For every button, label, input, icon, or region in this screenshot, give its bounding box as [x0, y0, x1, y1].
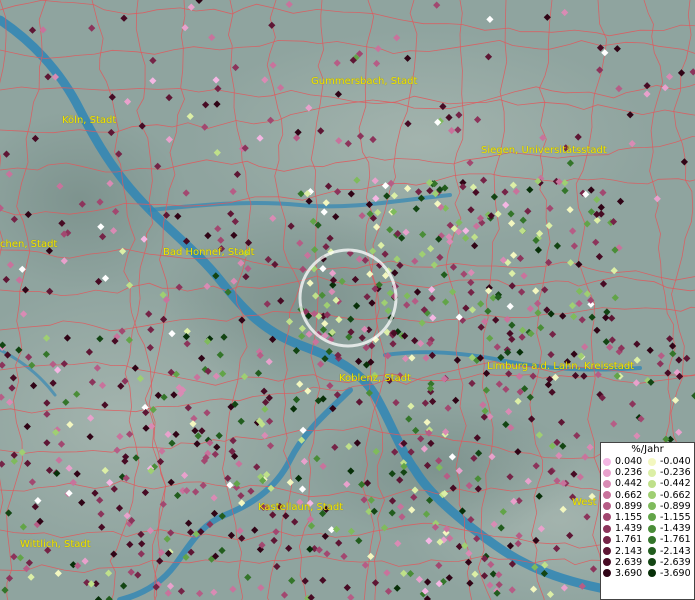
legend-row: 3.690 -3.690: [601, 568, 694, 579]
legend-entry: -2.639: [648, 557, 694, 568]
legend-entry: -0.040: [648, 456, 694, 467]
legend-swatch: [603, 569, 611, 578]
legend-entry: 2.639: [603, 557, 647, 568]
legend-entry: -0.899: [648, 501, 694, 512]
legend-value: 0.040: [615, 456, 643, 467]
city-label-koblenz: Koblenz, Stadt: [339, 373, 412, 384]
legend-entry: -0.442: [648, 478, 694, 489]
legend-value: -1.439: [660, 523, 691, 535]
legend: %/Jahr 0.040 -0.040 0.236 -0.236 0.442 -0.442…: [600, 442, 695, 600]
legend-swatch: [648, 558, 656, 567]
legend-row: 0.236 -0.236: [601, 467, 694, 478]
legend-value: 2.143: [615, 545, 643, 557]
legend-swatch: [648, 479, 656, 488]
legend-swatch: [603, 558, 611, 567]
city-label-bad-honnef: Bad Honnef, Stadt: [163, 247, 255, 258]
legend-value: 3.690: [615, 567, 643, 579]
legend-value: 0.899: [615, 500, 643, 512]
legend-entry: -0.236: [648, 467, 694, 478]
legend-entry: 3.690: [603, 568, 647, 579]
legend-swatch: [648, 457, 656, 466]
legend-value: -0.040: [660, 456, 691, 467]
legend-entry: 1.155: [603, 512, 647, 523]
legend-entry: -2.143: [648, 546, 694, 557]
legend-swatch: [603, 535, 611, 544]
city-label-west: West: [572, 497, 597, 508]
legend-row: 1.439 -1.439: [601, 523, 694, 534]
legend-entry: -1.761: [648, 534, 694, 545]
legend-entry: -0.662: [648, 490, 694, 501]
legend-row: 2.639 -2.639: [601, 557, 694, 568]
legend-entry: -3.690: [648, 568, 694, 579]
map-view[interactable]: Köln, Stadt Gummersbach, Stadt Siegen, U…: [0, 0, 695, 600]
legend-value: -0.662: [660, 489, 691, 501]
city-label-limburg: Limburg a.d. Lahn, Kreisstadt: [487, 361, 635, 372]
legend-value: 2.639: [615, 556, 643, 568]
legend-row: 0.899 -0.899: [601, 501, 694, 512]
legend-value: -0.442: [660, 478, 691, 490]
legend-value: 0.236: [615, 467, 643, 479]
legend-row: 1.155 -1.155: [601, 512, 694, 523]
city-label-siegen: Siegen, Universitätsstadt: [481, 145, 607, 156]
legend-entry: -1.155: [648, 512, 694, 523]
legend-title: %/Jahr: [631, 444, 664, 455]
legend-swatch: [648, 468, 656, 477]
legend-entry: 1.761: [603, 534, 647, 545]
legend-value: -2.639: [660, 556, 691, 568]
legend-entry: 0.040: [603, 456, 647, 467]
legend-value: -1.155: [660, 511, 691, 523]
legend-swatch: [603, 479, 611, 488]
legend-entry: 0.662: [603, 490, 647, 501]
legend-row: 1.761 -1.761: [601, 534, 694, 545]
legend-swatch: [603, 468, 611, 477]
legend-swatch: [648, 502, 656, 511]
city-label-kastellaun: Kastellaun, Stadt: [258, 502, 344, 513]
legend-row: 0.442 -0.442: [601, 478, 694, 489]
legend-entry: 2.143: [603, 546, 647, 557]
legend-swatch: [648, 547, 656, 555]
legend-value: 0.662: [615, 489, 643, 501]
city-label-gummersbach: Gummersbach, Stadt: [311, 76, 418, 87]
legend-swatch: [603, 547, 611, 555]
legend-value: -1.761: [660, 534, 691, 546]
legend-value: 1.761: [615, 534, 643, 546]
legend-value: -0.899: [660, 500, 691, 512]
legend-row: 0.040 -0.040: [601, 456, 694, 467]
legend-swatch: [603, 457, 611, 466]
legend-entry: -1.439: [648, 523, 694, 534]
legend-entry: 1.439: [603, 523, 647, 534]
legend-row: 0.662 -0.662: [601, 490, 694, 501]
legend-value: -3.690: [660, 567, 691, 579]
legend-value: 0.442: [615, 478, 643, 490]
legend-entry: 0.899: [603, 501, 647, 512]
city-label-chen: chen, Stadt: [0, 239, 58, 250]
city-label-wittlich: Wittlich, Stadt: [20, 539, 91, 550]
legend-swatch: [648, 524, 656, 533]
legend-value: 1.439: [615, 523, 643, 535]
legend-entry: 0.236: [603, 467, 647, 478]
legend-value: 1.155: [615, 511, 643, 523]
legend-swatch: [603, 513, 611, 522]
legend-value: -0.236: [660, 467, 691, 479]
legend-swatch: [648, 491, 656, 500]
legend-swatch: [648, 569, 656, 578]
legend-swatch: [648, 535, 656, 544]
city-label-koeln: Köln, Stadt: [62, 115, 117, 126]
legend-row: 2.143 -2.143: [601, 546, 694, 557]
legend-swatch: [603, 524, 611, 533]
legend-entry: 0.442: [603, 478, 647, 489]
legend-swatch: [603, 491, 611, 500]
legend-swatch: [648, 513, 656, 522]
legend-swatch: [603, 502, 611, 511]
legend-value: -2.143: [660, 545, 691, 557]
legend-rows: 0.040 -0.040 0.236 -0.236 0.442 -0.442 0.662 -0…: [601, 456, 694, 579]
map-canvas[interactable]: [0, 0, 695, 600]
